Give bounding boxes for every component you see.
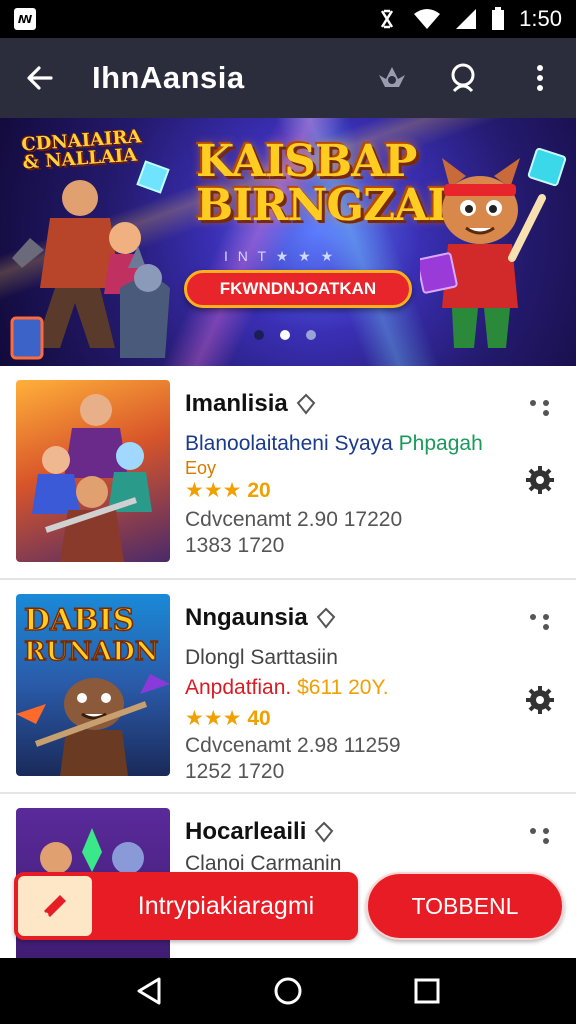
rating-value: 20 (247, 479, 271, 502)
status-bar: ꟿ 1:50 (0, 0, 576, 38)
arrow-left-icon (27, 66, 53, 90)
flashlight-icon (44, 895, 66, 917)
hero-characters-illustration (10, 180, 170, 360)
game-meta: Cdvcenamt 2.90 17220 (185, 508, 403, 531)
shield-icon (316, 607, 336, 629)
overflow-menu-button[interactable] (520, 58, 560, 98)
share-icon[interactable] (528, 824, 552, 848)
share-icon[interactable] (528, 610, 552, 634)
game-title: Hocarleaili (185, 818, 334, 846)
install-button[interactable]: Intrypiakiaragmi (14, 872, 358, 940)
system-nav-bar (0, 958, 576, 1024)
search-icon (451, 63, 475, 93)
svg-text:RUNADN: RUNADN (24, 637, 159, 667)
game-subtitle: Dlongl Sarttasiin (185, 646, 338, 669)
signal-icon (456, 9, 477, 29)
game-meta: Cdvcenamt 2.98 11259 (185, 734, 401, 757)
back-button[interactable] (20, 58, 60, 98)
badge-star-icon (379, 67, 405, 87)
carousel-indicator (254, 330, 316, 340)
game-rating: ★★★ 40 (185, 706, 271, 731)
game-art: DABIS RUNADN (16, 602, 170, 776)
wifi-icon (414, 9, 441, 29)
game-rating: ★★★ 20 (185, 478, 271, 503)
badge-button[interactable] (372, 58, 412, 98)
more-vert-icon (537, 65, 543, 91)
secondary-button-label: TOBBENL (411, 892, 519, 919)
game-subtitle-text: Blanoolaitaheni Syaya (185, 432, 393, 455)
rating-stars: ★★★ (185, 707, 242, 730)
nav-back-button[interactable] (129, 971, 169, 1011)
circle-home-icon (274, 977, 302, 1005)
search-button[interactable] (446, 58, 486, 98)
game-list: Imanlisia Blanoolaitaheni Syaya Phpagah … (0, 366, 576, 958)
game-thumbnail (16, 380, 170, 562)
gear-icon[interactable] (524, 464, 556, 496)
install-button-label: Intrypiakiaragmi (137, 891, 315, 920)
game-title-text: Hocarleaili (185, 818, 307, 845)
page-title: IhnAansia (92, 60, 245, 95)
battery-icon (492, 7, 505, 30)
game-title-text: Imanlisia (185, 390, 288, 417)
banner-headline: KAISBAP BIRNGZAI (196, 136, 448, 231)
list-item[interactable]: DABIS RUNADN Nngaunsia Dlongl Sarttasiin… (0, 580, 576, 794)
game-meta-secondary: 1252 1720 (185, 760, 285, 783)
banner-cta-button[interactable]: FKWNDNJOATKAN (184, 270, 412, 308)
game-art (32, 394, 152, 562)
rating-value: 40 (247, 707, 271, 730)
shield-icon (315, 821, 334, 843)
shield-icon (296, 393, 316, 415)
game-title: Nngaunsia (185, 604, 336, 632)
carousel-dot[interactable] (306, 330, 316, 340)
game-thumbnail: DABIS RUNADN (16, 594, 170, 776)
square-recents-icon (414, 978, 440, 1004)
nav-home-button[interactable] (268, 971, 308, 1011)
nav-recents-button[interactable] (407, 971, 447, 1011)
game-subtitle: Blanoolaitaheni Syaya Phpagah (185, 432, 483, 456)
share-icon[interactable] (528, 396, 552, 420)
promo-banner[interactable]: CDNAIAIRA & NALLAIA KAISBAP BIRNGZAI I N… (0, 118, 576, 366)
game-meta-secondary: 1383 1720 (185, 534, 285, 557)
screen: ꟿ 1:50 IhnAansia CDNAIAIRA & NALLAIA KAI… (0, 0, 576, 1024)
svg-text:DABIS: DABIS (24, 603, 134, 638)
game-title-text: Nngaunsia (185, 604, 308, 631)
game-promo-price: $611 20Y. (297, 676, 389, 699)
notification-app-icon: ꟿ (14, 8, 36, 30)
banner-subline: I N T ★ ★ ★ (224, 248, 337, 264)
status-time: 1:50 (519, 6, 562, 31)
gear-icon[interactable] (524, 684, 556, 716)
game-promo-text: Anpdatfian. (185, 676, 292, 699)
banner-logo: CDNAIAIRA & NALLAIA (20, 126, 143, 174)
game-tag: Eoy (185, 458, 217, 478)
game-promo: Anpdatfian. $611 20Y. (185, 676, 389, 700)
list-item[interactable]: Imanlisia Blanoolaitaheni Syaya Phpagah … (0, 366, 576, 580)
game-subtitle-accent: Phpagah (398, 432, 483, 455)
app-bar: IhnAansia (0, 38, 576, 118)
secondary-button[interactable]: TOBBENL (366, 872, 564, 940)
game-title: Imanlisia (185, 390, 316, 418)
flashlight-icon-box (16, 874, 94, 938)
carousel-dot-active[interactable] (280, 330, 290, 340)
triangle-back-icon (137, 977, 161, 1005)
rating-stars: ★★★ (185, 479, 242, 502)
mascot-illustration (420, 148, 567, 348)
vibrate-icon (381, 9, 394, 29)
carousel-dot[interactable] (254, 330, 264, 340)
